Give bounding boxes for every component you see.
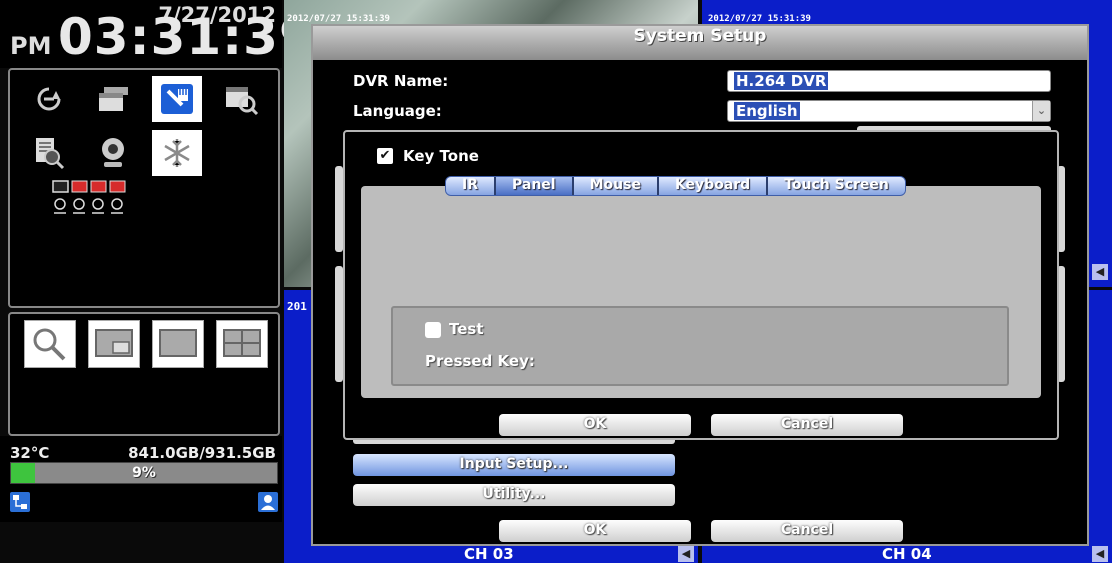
input-tabs: IR Panel Mouse Keyboard Touch Screen xyxy=(445,176,906,196)
hidden-menu-stub xyxy=(335,266,343,382)
channel-label: CH 03 xyxy=(464,545,514,563)
test-checkbox[interactable] xyxy=(425,322,441,338)
chevron-down-icon[interactable]: ⌄ xyxy=(1032,101,1050,121)
disk-usage-bar: 9% xyxy=(10,462,278,484)
clock-time: 03:31:39 xyxy=(58,8,315,66)
schedule-search-icon[interactable] xyxy=(216,76,266,122)
speaker-icon[interactable]: ◀ xyxy=(1092,546,1108,562)
pressed-key-label: Pressed Key: xyxy=(425,352,535,370)
input-tab-panel: Test Pressed Key: xyxy=(361,186,1041,398)
language-select[interactable]: English ⌄ xyxy=(727,100,1051,122)
tab-ir[interactable]: IR xyxy=(446,177,496,195)
language-value: English xyxy=(734,102,800,120)
tab-mouse[interactable]: Mouse xyxy=(573,177,659,195)
network-icon[interactable] xyxy=(10,492,30,512)
dvr-name-label: DVR Name: xyxy=(353,72,449,90)
disk-space: 841.0GB/931.5GB xyxy=(128,444,276,462)
clock-ampm: PM xyxy=(10,32,52,60)
quad-view-icon[interactable] xyxy=(216,320,268,368)
temperature: 32°C xyxy=(10,444,50,462)
dvr-name-field[interactable]: H.264 DVR xyxy=(727,70,1051,92)
key-tone-label: Key Tone xyxy=(403,147,479,165)
test-label: Test xyxy=(449,320,484,338)
tab-touch-screen[interactable]: Touch Screen xyxy=(768,177,905,195)
user-icon[interactable] xyxy=(258,492,278,512)
dialog-ok-button[interactable]: OK xyxy=(499,414,691,436)
single-view-icon[interactable] xyxy=(152,320,204,368)
log-search-icon[interactable] xyxy=(24,130,74,176)
camera-timestamp: 2012/07/27 15:31:39 xyxy=(287,14,390,24)
tab-panel[interactable]: Panel xyxy=(496,177,574,195)
status-panel: 32°C 841.0GB/931.5GB 9% xyxy=(0,436,282,522)
channel-status-icons xyxy=(52,180,152,220)
hidden-menu-stub xyxy=(335,166,343,252)
backup-icon[interactable] xyxy=(88,76,138,122)
key-tone-checkbox[interactable]: ✔ xyxy=(377,148,393,164)
speaker-icon[interactable]: ◀ xyxy=(678,546,694,562)
setup-cancel-button[interactable]: Cancel xyxy=(711,520,903,542)
utility-button[interactable]: Utility... xyxy=(353,484,675,506)
speaker-icon[interactable]: ◀ xyxy=(1092,264,1108,280)
setup-ok-button[interactable]: OK xyxy=(499,520,691,542)
disk-usage-percent: 9% xyxy=(132,465,156,481)
freeze-icon[interactable] xyxy=(152,130,202,176)
camera-icon[interactable] xyxy=(88,130,138,176)
playback-icon[interactable] xyxy=(24,76,74,122)
window-title: System Setup xyxy=(313,26,1087,60)
tab-keyboard[interactable]: Keyboard xyxy=(658,177,769,195)
camera-timestamp: 201 xyxy=(287,300,307,313)
camera-timestamp: 2012/07/27 15:31:39 xyxy=(708,14,811,24)
channel-label: CH 04 xyxy=(882,545,932,563)
dialog-cancel-button[interactable]: Cancel xyxy=(711,414,903,436)
test-group: Test Pressed Key: xyxy=(391,306,1009,386)
function-icon-panel xyxy=(8,68,280,308)
key-tone-dialog: ✔ Key Tone Test Pressed Key: IR Panel Mo… xyxy=(343,130,1059,440)
clock-panel: 7/27/2012 PM 03:31:39 xyxy=(0,0,314,68)
pip-view-icon[interactable] xyxy=(88,320,140,368)
input-setup-button[interactable]: Input Setup... xyxy=(353,454,675,476)
setup-icon[interactable] xyxy=(152,76,202,122)
zoom-icon[interactable] xyxy=(24,320,76,368)
language-label: Language: xyxy=(353,102,442,120)
dvr-name-value: H.264 DVR xyxy=(734,72,829,90)
view-mode-panel xyxy=(8,312,280,436)
